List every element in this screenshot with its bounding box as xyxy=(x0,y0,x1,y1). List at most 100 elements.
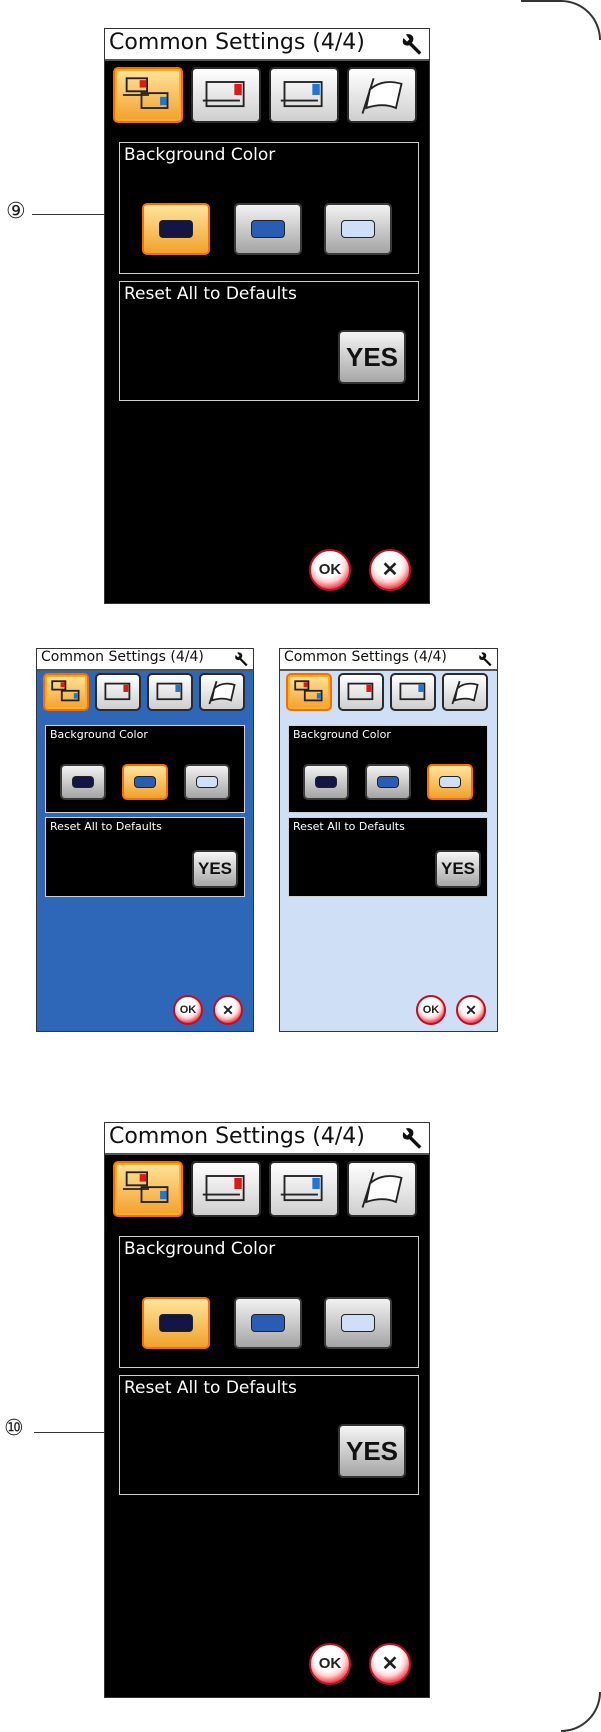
reset-label: Reset All to Defaults xyxy=(124,284,297,304)
swatch-light xyxy=(196,776,218,788)
reset-label: Reset All to Defaults xyxy=(124,1378,297,1398)
tab-language[interactable] xyxy=(442,673,488,711)
swatch-blue xyxy=(251,220,285,238)
reset-label: Reset All to Defaults xyxy=(50,820,162,833)
sewing-machine-blue-icon xyxy=(156,682,183,701)
ok-button[interactable]: OK xyxy=(309,1643,351,1685)
yes-button[interactable]: YES xyxy=(192,850,238,888)
tab-language[interactable] xyxy=(347,67,417,123)
sewing-machine-red-icon xyxy=(347,682,374,701)
tab-embroidery-settings[interactable] xyxy=(269,1161,339,1217)
swatch-dark-button[interactable] xyxy=(60,764,106,800)
title-bar: Common Settings (4/4) xyxy=(280,649,497,671)
flag-icon xyxy=(361,1172,403,1208)
ok-button[interactable]: OK xyxy=(416,995,446,1025)
page-title: Common Settings (4/4) xyxy=(41,649,204,665)
background-color-panel: Background Color xyxy=(45,725,245,813)
wrench-icon xyxy=(402,34,422,55)
sewing-machine-red-icon xyxy=(104,682,131,701)
flag-icon xyxy=(361,78,403,114)
tab-language[interactable] xyxy=(199,673,245,711)
tab-common-settings[interactable] xyxy=(113,67,183,123)
ok-button[interactable]: OK xyxy=(309,549,351,591)
cancel-button[interactable]: ✕ xyxy=(369,549,411,591)
reset-panel: Reset All to Defaults YES xyxy=(45,817,245,897)
swatch-dark xyxy=(159,1314,193,1332)
page-title: Common Settings (4/4) xyxy=(284,649,447,665)
tab-sewing-settings[interactable] xyxy=(191,1161,261,1217)
flag-icon xyxy=(208,680,236,705)
tab-sewing-settings[interactable] xyxy=(95,673,141,711)
swatch-dark xyxy=(72,776,94,788)
background-color-panel: Background Color xyxy=(119,142,419,274)
swatch-light-button[interactable] xyxy=(324,203,392,255)
swatch-dark-button[interactable] xyxy=(142,1297,210,1349)
title-bar: Common Settings (4/4) xyxy=(105,29,429,61)
callout-10-line xyxy=(34,1432,113,1433)
tab-language[interactable] xyxy=(347,1161,417,1217)
common-settings-icon xyxy=(122,77,169,109)
swatch-dark-button[interactable] xyxy=(142,203,210,255)
common-settings-icon xyxy=(294,680,323,702)
swatch-light xyxy=(439,776,461,788)
tab-common-settings[interactable] xyxy=(43,673,89,711)
tab-embroidery-settings[interactable] xyxy=(269,67,339,123)
page-corner-top xyxy=(521,0,601,40)
swatch-dark xyxy=(159,220,193,238)
common-settings-icon xyxy=(51,680,80,702)
callout-9: ⑨ xyxy=(6,199,26,224)
screen-4: Common Settings (4/4) Background Color R… xyxy=(104,1122,430,1698)
callout-9-line xyxy=(32,214,112,215)
swatch-light-button[interactable] xyxy=(324,1297,392,1349)
tab-common-settings[interactable] xyxy=(286,673,332,711)
swatch-light xyxy=(341,220,375,238)
swatch-blue xyxy=(377,776,399,788)
wrench-icon xyxy=(402,1128,422,1149)
cancel-button[interactable]: ✕ xyxy=(456,995,486,1025)
page-title: Common Settings (4/4) xyxy=(109,1124,365,1149)
reset-label: Reset All to Defaults xyxy=(293,820,405,833)
screen-3: Common Settings (4/4) Background Color R… xyxy=(279,648,498,1032)
sewing-machine-blue-icon xyxy=(280,1175,323,1202)
wrench-icon xyxy=(479,652,492,667)
yes-button[interactable]: YES xyxy=(435,850,481,888)
reset-panel: Reset All to Defaults YES xyxy=(288,817,488,897)
yes-button[interactable]: YES xyxy=(338,330,406,384)
background-color-label: Background Color xyxy=(124,1239,276,1259)
background-color-panel: Background Color xyxy=(288,725,488,813)
title-bar: Common Settings (4/4) xyxy=(37,649,253,671)
tab-embroidery-settings[interactable] xyxy=(147,673,193,711)
background-color-label: Background Color xyxy=(50,728,148,741)
tab-common-settings[interactable] xyxy=(113,1161,183,1217)
flag-icon xyxy=(451,680,479,705)
screen-1: Common Settings (4/4) Background Color R… xyxy=(104,28,430,604)
tab-sewing-settings[interactable] xyxy=(338,673,384,711)
swatch-light xyxy=(341,1314,375,1332)
background-color-panel: Background Color xyxy=(119,1236,419,1368)
yes-button[interactable]: YES xyxy=(338,1424,406,1478)
swatch-blue-button[interactable] xyxy=(122,764,168,800)
swatch-dark xyxy=(315,776,337,788)
swatch-dark-button[interactable] xyxy=(303,764,349,800)
tab-sewing-settings[interactable] xyxy=(191,67,261,123)
swatch-blue-button[interactable] xyxy=(234,203,302,255)
swatch-light-button[interactable] xyxy=(427,764,473,800)
cancel-button[interactable]: ✕ xyxy=(213,995,243,1025)
sewing-machine-blue-icon xyxy=(280,81,323,108)
sewing-machine-red-icon xyxy=(202,81,245,108)
reset-panel: Reset All to Defaults YES xyxy=(119,281,419,401)
tab-embroidery-settings[interactable] xyxy=(390,673,436,711)
wrench-icon xyxy=(235,652,248,667)
common-settings-icon xyxy=(122,1171,169,1203)
callout-10: ⑩ xyxy=(4,1416,24,1441)
page-corner-bottom xyxy=(561,1692,601,1732)
page-title: Common Settings (4/4) xyxy=(109,30,365,55)
cancel-button[interactable]: ✕ xyxy=(369,1643,411,1685)
sewing-machine-red-icon xyxy=(202,1175,245,1202)
swatch-blue-button[interactable] xyxy=(365,764,411,800)
swatch-blue-button[interactable] xyxy=(234,1297,302,1349)
swatch-light-button[interactable] xyxy=(184,764,230,800)
screen-2: Common Settings (4/4) Background Color R… xyxy=(36,648,254,1032)
ok-button[interactable]: OK xyxy=(173,995,203,1025)
background-color-label: Background Color xyxy=(293,728,391,741)
